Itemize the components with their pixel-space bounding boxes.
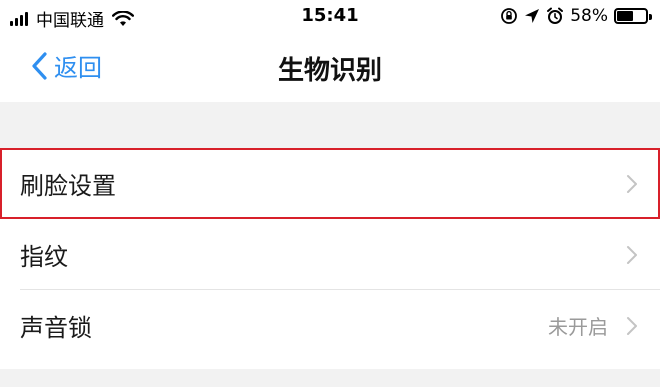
battery-fill — [617, 11, 634, 21]
battery-icon — [614, 8, 652, 24]
orientation-lock-icon — [501, 8, 518, 24]
page-title: 生物识别 — [277, 56, 382, 86]
alarm-clock-icon — [547, 7, 564, 24]
fingerprint-row[interactable]: 指纹 — [0, 219, 660, 290]
section-separator — [0, 102, 660, 148]
chevron-right-icon — [627, 245, 637, 264]
location-arrow-icon — [525, 9, 540, 23]
row-label: 刷脸设置 — [20, 172, 116, 200]
navigation-bar: 返回 生物识别 — [0, 34, 660, 102]
biometric-settings-list: 刷脸设置 指纹 声音锁 未开启 — [0, 148, 660, 369]
face-recognition-settings-row[interactable]: 刷脸设置 — [0, 148, 660, 219]
bottom-separator — [0, 369, 660, 387]
biometrics-screen: 中国联通 15:41 58% 返回 生物识别 刷脸设置 指纹 声音锁 未开启 — [0, 0, 660, 387]
status-right: 58% — [500, 6, 652, 26]
chevron-right-icon — [627, 316, 637, 335]
row-label: 指纹 — [20, 243, 68, 271]
status-bar: 中国联通 15:41 58% — [0, 0, 660, 34]
voice-lock-status: 未开启 — [548, 315, 608, 339]
row-label: 声音锁 — [20, 314, 92, 342]
voice-lock-row[interactable]: 声音锁 未开启 — [0, 290, 660, 361]
battery-tip — [649, 14, 652, 20]
battery-percent: 58% — [570, 6, 608, 26]
chevron-right-icon — [627, 174, 637, 193]
